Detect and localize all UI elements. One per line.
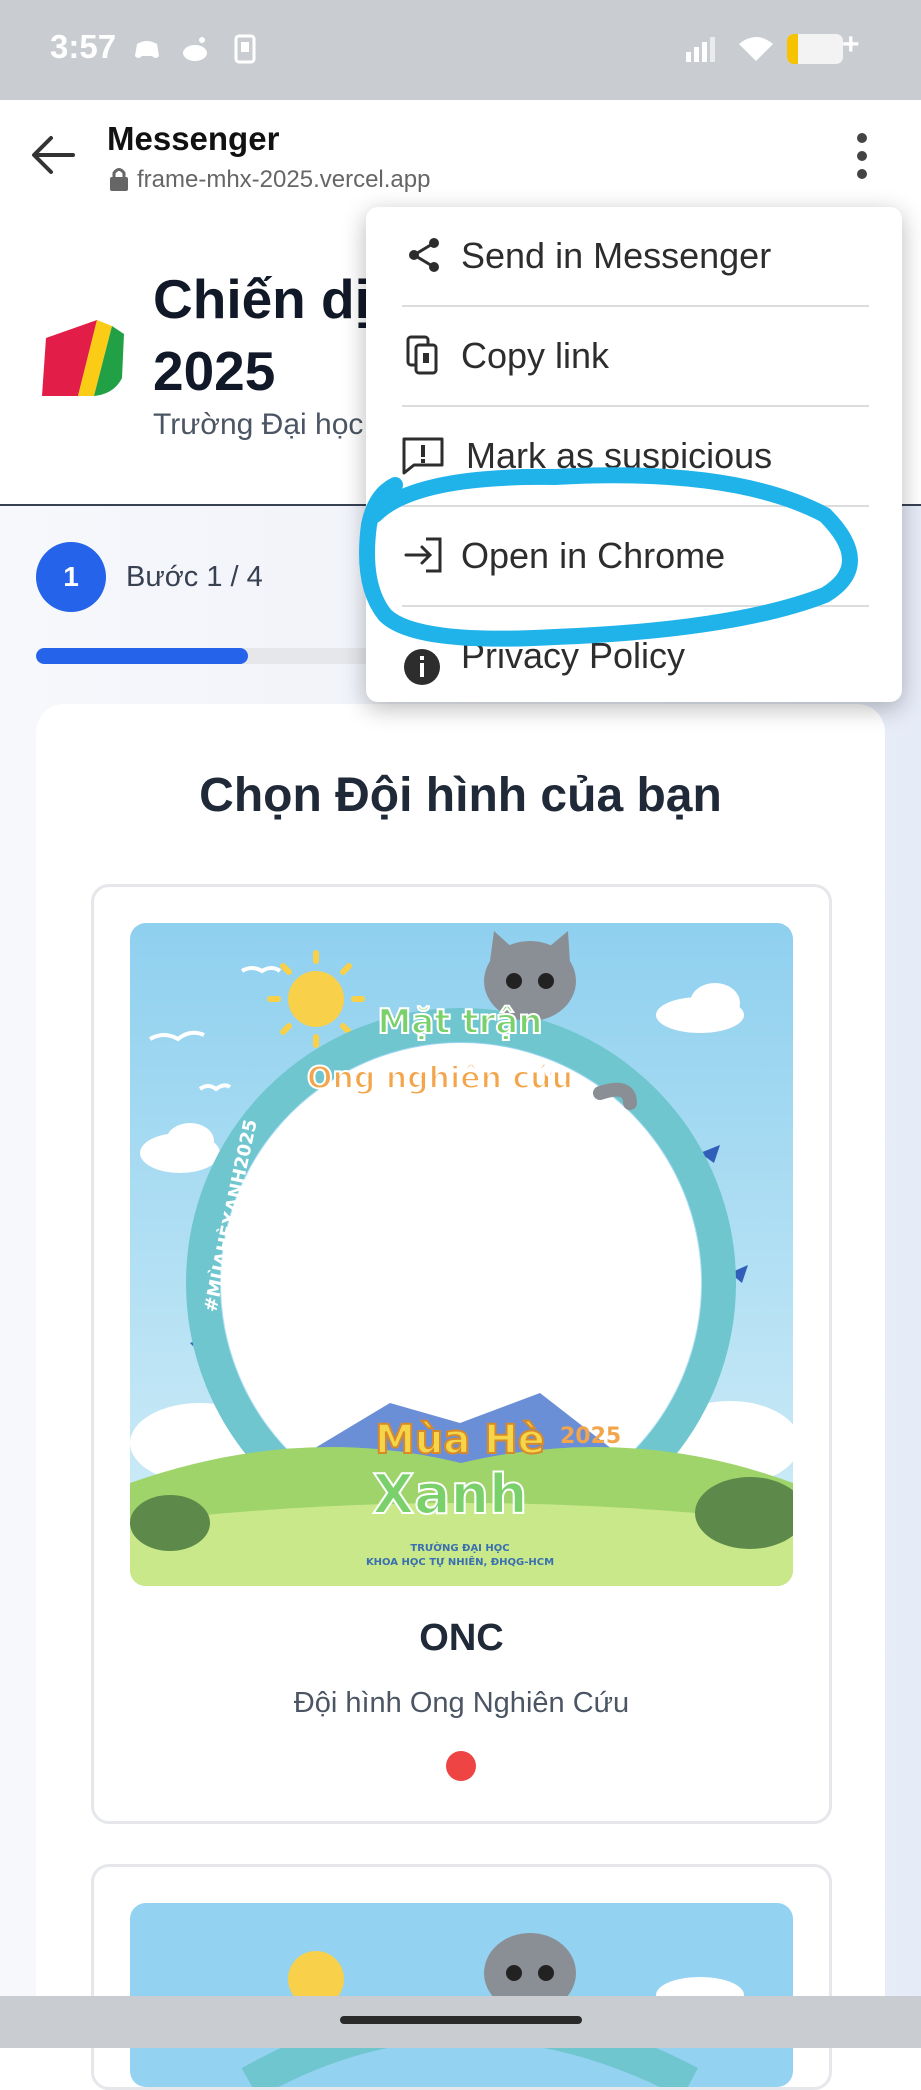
team-option-onc[interactable]: Mặt trận Ong nghiên cứu #MÙAHÈXANH2025 M… <box>91 884 832 1824</box>
battery-icon <box>787 34 843 64</box>
charging-icon: + <box>842 28 860 61</box>
team-selection-card: Chọn Đội hình của bạn Mặt trận Ong nghiê… <box>36 704 885 2090</box>
status-time: 3:57 <box>50 28 117 65</box>
status-bar: 3:57 + <box>0 0 921 100</box>
section-title: Chọn Đội hình của bạn <box>199 769 722 822</box>
reddit-icon <box>183 37 207 61</box>
highlight-annotation <box>359 467 858 647</box>
team-option-next[interactable] <box>91 1864 832 2090</box>
step-label: Bước 1 / 4 <box>126 561 263 593</box>
browser-header: Messenger frame-mhx-2025.vercel.app <box>0 100 921 210</box>
svg-text:Mặt trận: Mặt trận <box>377 1002 542 1042</box>
phone-icon <box>234 34 256 64</box>
menu-item-copy-link[interactable]: Copy link <box>366 307 902 405</box>
svg-text:Mùa Hè: Mùa Hè <box>375 1417 545 1463</box>
team-code: ONC <box>419 1617 504 1659</box>
game-controller-icon <box>135 41 159 58</box>
team-frame-image-partial <box>130 1903 793 2087</box>
browser-url[interactable]: frame-mhx-2025.vercel.app <box>137 166 430 194</box>
signal-icon <box>686 37 715 62</box>
copy-link-icon <box>406 335 438 375</box>
menu-item-label: Send in Messenger <box>461 235 772 276</box>
back-arrow-icon[interactable] <box>25 126 83 184</box>
status-dot <box>446 1751 476 1781</box>
logo-icon <box>42 320 124 396</box>
system-nav-bar <box>0 1996 921 2048</box>
lock-icon <box>110 168 128 191</box>
wifi-icon <box>739 37 773 61</box>
main-content: 1 Bước 1 / 4 Chọn Đội hình của bạn Mặt t… <box>0 506 921 2090</box>
home-indicator[interactable] <box>340 2016 582 2024</box>
share-icon <box>409 238 439 272</box>
team-frame-image: Mặt trận Ong nghiên cứu #MÙAHÈXANH2025 M… <box>130 923 793 1586</box>
svg-text:Xanh: Xanh <box>373 1463 528 1526</box>
step-number-badge: 1 <box>36 542 106 612</box>
svg-text:KHOA HỌC TỰ NHIÊN, ĐHQG-HCM: KHOA HỌC TỰ NHIÊN, ĐHQG-HCM <box>366 1555 554 1568</box>
menu-item-label: Copy link <box>461 335 610 376</box>
svg-text:Ong nghiên cứu: Ong nghiên cứu <box>307 1061 573 1096</box>
more-options-icon[interactable] <box>840 128 884 184</box>
progress-fill <box>36 648 249 664</box>
menu-item-send-in-messenger[interactable]: Send in Messenger <box>366 207 902 305</box>
svg-text:2025: 2025 <box>560 1424 621 1449</box>
team-description: Đội hình Ong Nghiên Cứu <box>293 1687 630 1719</box>
page-subtitle: Trường Đại học <box>153 408 364 441</box>
svg-text:TRƯỜNG ĐẠI HỌC: TRƯỜNG ĐẠI HỌC <box>410 1541 509 1554</box>
browser-title: Messenger <box>107 120 280 157</box>
